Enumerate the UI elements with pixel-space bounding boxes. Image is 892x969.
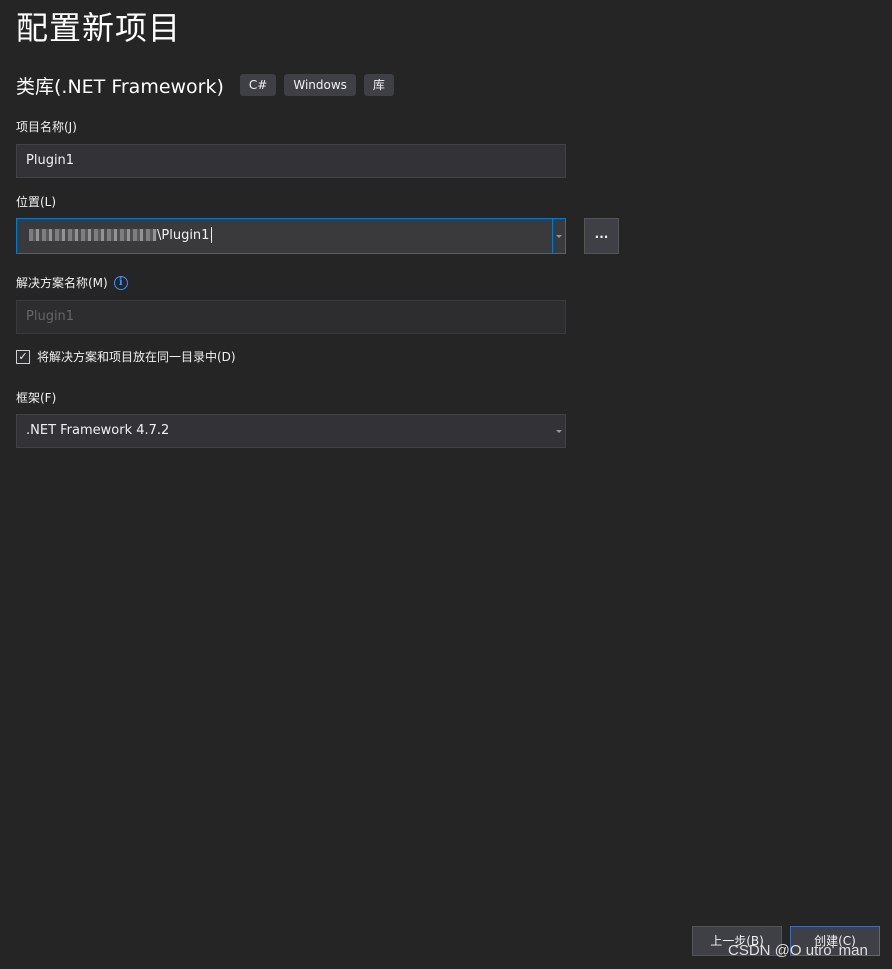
- redacted-path: [29, 228, 157, 241]
- tag-project-type: 库: [363, 74, 394, 96]
- same-directory-label[interactable]: 将解决方案和项目放在同一目录中(D): [37, 348, 236, 365]
- page-title: 配置新项目: [16, 9, 182, 47]
- same-directory-checkbox[interactable]: ✓: [16, 349, 30, 364]
- solution-name-input: Plugin1: [16, 300, 566, 334]
- tag-platform: Windows: [284, 74, 356, 96]
- framework-label: 框架(F): [16, 391, 57, 405]
- checkmark-icon: ✓: [18, 350, 28, 363]
- tag-language: C#: [239, 74, 277, 96]
- same-directory-option[interactable]: ✓ 将解决方案和项目放在同一目录中(D): [16, 348, 236, 365]
- location-label: 位置(L): [16, 195, 57, 209]
- location-value: \Plugin1: [157, 228, 210, 243]
- location-combobox[interactable]: \Plugin1: [16, 218, 566, 254]
- watermark: CSDN @O utro' man: [728, 942, 868, 959]
- template-name: 类库(.NET Framework): [16, 75, 224, 98]
- solution-name-label-row: 解决方案名称(M) i: [16, 274, 128, 291]
- template-header: 类库(.NET Framework) C# Windows 库: [16, 72, 402, 98]
- solution-name-label: 解决方案名称(M): [16, 276, 108, 290]
- text-caret: [211, 226, 213, 243]
- browse-button[interactable]: ...: [584, 218, 619, 254]
- project-name-label: 项目名称(J): [16, 120, 77, 134]
- project-name-input[interactable]: Plugin1: [16, 144, 566, 178]
- info-icon[interactable]: i: [113, 275, 128, 290]
- framework-dropdown[interactable]: .NET Framework 4.7.2: [16, 414, 566, 448]
- solution-name-value: Plugin1: [26, 309, 75, 324]
- chevron-down-icon: [556, 234, 562, 238]
- framework-value: .NET Framework 4.7.2: [26, 423, 170, 438]
- location-dropdown-button[interactable]: [552, 219, 565, 253]
- project-name-value: Plugin1: [26, 153, 75, 168]
- chevron-down-icon: [556, 430, 562, 433]
